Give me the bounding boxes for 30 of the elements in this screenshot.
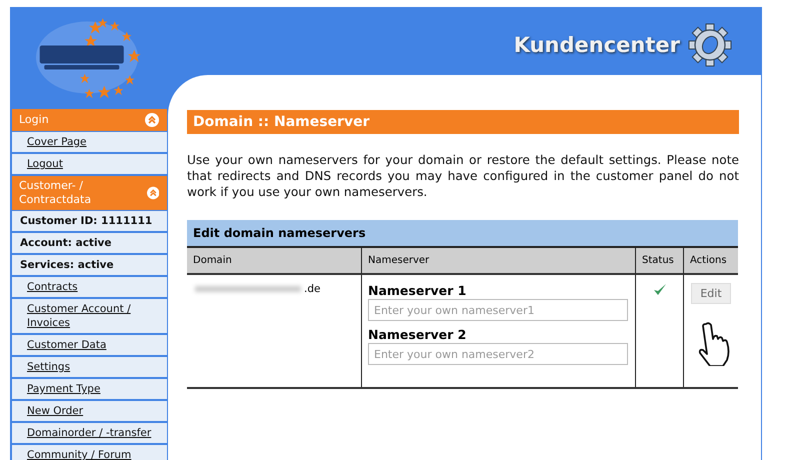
nameserver-label: Nameserver 2: [368, 327, 468, 342]
column-header: Domain: [187, 248, 361, 275]
edit-button[interactable]: Edit: [691, 283, 731, 304]
sidebar-link[interactable]: New Order: [12, 401, 167, 423]
sidebar-link[interactable]: Logout: [12, 154, 167, 176]
column-header: Nameserver: [361, 248, 635, 275]
nameserver-field[interactable]: Enter your own nameserver2: [368, 343, 628, 365]
nameserver-field[interactable]: Enter your own nameserver1: [368, 299, 628, 321]
sidebar-link[interactable]: Payment Type: [12, 379, 167, 401]
sidebar-link[interactable]: Settings: [12, 357, 167, 379]
sidebar-info: Customer ID: 1111111: [12, 211, 167, 233]
table-title: Edit domain nameservers: [187, 220, 738, 248]
sidebar-link[interactable]: Domainorder / -transfer: [12, 423, 167, 445]
column-header: Actions: [683, 248, 738, 275]
domain-cell: .de: [193, 283, 355, 295]
sidebar-info: Services: active: [12, 255, 167, 277]
collapse-icon[interactable]: [145, 113, 159, 127]
sidebar-link[interactable]: Community / Forum: [12, 445, 167, 460]
nameserver-label: Nameserver 1: [368, 283, 468, 298]
sidebar-link[interactable]: Cover Page: [12, 132, 167, 154]
sidebar-link[interactable]: Customer Account / Invoices: [12, 299, 167, 335]
sidebar-link[interactable]: Contracts: [12, 277, 167, 299]
collapse-icon[interactable]: [146, 186, 159, 200]
gear-icon: [688, 23, 732, 67]
sidebar-info: Account: active: [12, 233, 167, 255]
header-title: Kundencenter: [514, 33, 680, 57]
intro-text: Use your own nameservers for your domain or restore the default settings. Please note that redirects and DNS records you may have configured in the customer panel do not work if you use your own nameservers.: [187, 152, 739, 200]
column-header: Status: [635, 248, 683, 275]
sidebar-link[interactable]: Customer Data: [12, 335, 167, 357]
page-title: Domain :: Nameserver: [187, 110, 739, 134]
